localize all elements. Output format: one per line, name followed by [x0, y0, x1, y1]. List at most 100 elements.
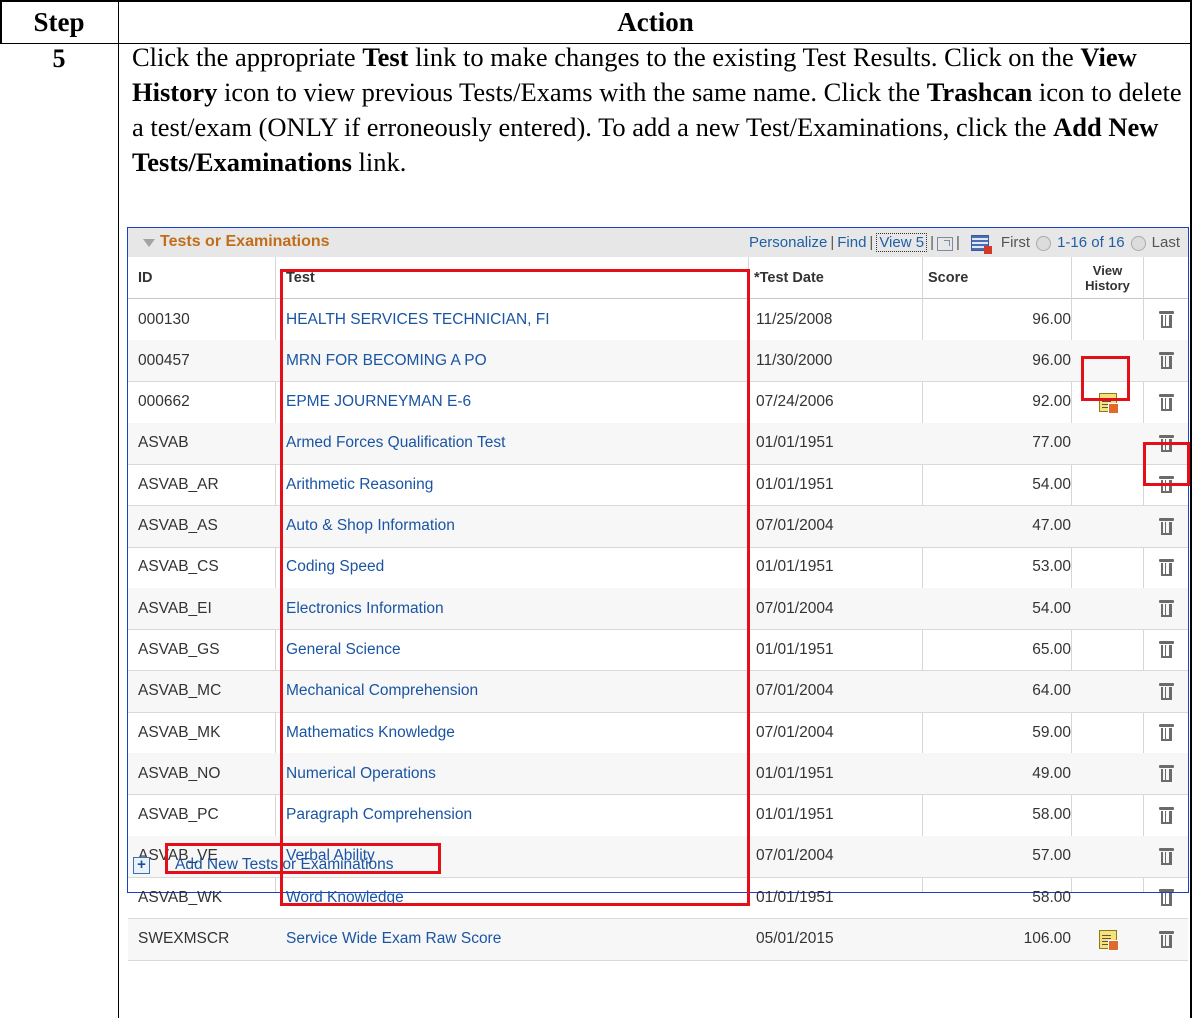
add-new-tests-link[interactable]: Add New Tests or Examinations — [175, 856, 394, 874]
view-history-cell — [1072, 506, 1143, 547]
row-id: ASVAB_GS — [138, 640, 220, 658]
row-id: ASVAB_EI — [138, 599, 212, 617]
row-test-link[interactable]: Word Knowledge — [286, 877, 404, 918]
table-row: ASVAB_AR Arithmetic Reasoning 01/01/1951 54… — [128, 464, 1188, 507]
previous-arrow-icon[interactable] — [1036, 236, 1052, 251]
delete-cell — [1144, 877, 1188, 918]
view-history-cell — [1072, 712, 1143, 753]
row-test-date: 07/01/2004 — [756, 682, 834, 700]
row-score: 47.00 — [1032, 517, 1071, 534]
zoom-grid-icon[interactable] — [937, 236, 953, 251]
trashcan-icon[interactable] — [1158, 352, 1174, 370]
delete-cell — [1144, 299, 1188, 340]
delete-cell — [1144, 588, 1188, 629]
row-test-link[interactable]: HEALTH SERVICES TECHNICIAN, FI — [286, 299, 550, 340]
row-test-date: 07/24/2006 — [756, 393, 834, 411]
view-history-cell — [1072, 919, 1143, 960]
trashcan-icon[interactable] — [1158, 765, 1174, 783]
trashcan-icon[interactable] — [1158, 847, 1174, 865]
table-row: SWEXMSCR Service Wide Exam Raw Score 05/01… — [128, 918, 1188, 961]
trashcan-icon[interactable] — [1158, 393, 1174, 411]
trashcan-icon[interactable] — [1158, 724, 1174, 741]
row-test-link[interactable]: Arithmetic Reasoning — [286, 464, 433, 505]
row-test-link[interactable]: Auto & Shop Information — [286, 506, 455, 547]
row-range: 1-16 of 16 — [1057, 234, 1125, 251]
table-row: ASVAB_CS Coding Speed 01/01/1951 53.00 — [128, 547, 1188, 589]
first-link[interactable]: First — [1001, 234, 1030, 251]
row-test-date: 11/30/2000 — [756, 351, 833, 369]
row-test-link[interactable]: MRN FOR BECOMING A PO — [286, 340, 487, 381]
delete-cell — [1144, 795, 1188, 836]
column-header-test[interactable]: Test — [286, 257, 315, 298]
last-link[interactable]: Last — [1152, 234, 1180, 251]
row-test-date: 07/01/2004 — [756, 847, 834, 865]
nav-separator: | — [930, 234, 934, 251]
row-test-link[interactable]: Electronics Information — [286, 588, 444, 629]
row-test-link[interactable]: Numerical Operations — [286, 753, 436, 794]
view-history-cell — [1072, 547, 1143, 588]
row-test-link[interactable]: Mathematics Knowledge — [286, 712, 455, 753]
row-score: 92.00 — [1032, 393, 1071, 411]
row-test-link[interactable]: Paragraph Comprehension — [286, 795, 472, 836]
delete-cell — [1144, 340, 1188, 381]
row-test-date: 01/01/1951 — [756, 764, 834, 782]
table-row: 000457 MRN FOR BECOMING A PO 11/30/2000 96.… — [128, 340, 1188, 383]
view-history-cell — [1072, 753, 1143, 794]
row-test-link[interactable]: EPME JOURNEYMAN E-6 — [286, 382, 471, 423]
trashcan-icon[interactable] — [1158, 517, 1174, 535]
trashcan-icon[interactable] — [1158, 930, 1174, 948]
delete-cell — [1144, 382, 1188, 423]
trashcan-icon[interactable] — [1158, 806, 1174, 824]
row-test-date: 05/01/2015 — [756, 930, 834, 947]
row-test-date: 01/01/1951 — [756, 640, 834, 658]
table-row: ASVAB_WK Word Knowledge 01/01/1951 58.00 — [128, 877, 1188, 920]
row-test-date: 01/01/1951 — [756, 806, 834, 824]
view-history-cell — [1072, 671, 1143, 712]
row-score: 96.00 — [1032, 351, 1071, 369]
find-link[interactable]: Find — [837, 234, 866, 251]
tests-grid: Tests or Examinations Personalize | Find… — [127, 227, 1189, 961]
table-row: ASVAB_MC Mechanical Comprehension 07/01/20… — [128, 670, 1188, 713]
delete-cell — [1144, 712, 1188, 753]
delete-cell — [1144, 753, 1188, 794]
delete-cell — [1144, 629, 1188, 670]
delete-cell — [1144, 547, 1188, 588]
row-id: ASVAB_NO — [138, 764, 221, 782]
trashcan-icon[interactable] — [1158, 600, 1174, 618]
view-all-link[interactable]: View 5 — [876, 233, 928, 252]
row-score: 77.00 — [1032, 434, 1071, 452]
download-excel-icon[interactable] — [970, 234, 992, 254]
trashcan-icon[interactable] — [1158, 311, 1174, 328]
table-row: ASVAB_MK Mathematics Knowledge 07/01/2004 5… — [128, 712, 1188, 754]
row-test-link[interactable]: Service Wide Exam Raw Score — [286, 919, 501, 960]
trashcan-icon[interactable] — [1158, 434, 1174, 452]
table-row: ASVAB_AS Auto & Shop Information 07/01/200… — [128, 505, 1188, 548]
trashcan-icon[interactable] — [1158, 682, 1174, 700]
trashcan-icon[interactable] — [1158, 889, 1174, 907]
row-test-link[interactable]: Coding Speed — [286, 547, 384, 588]
trashcan-icon[interactable] — [1158, 558, 1174, 576]
row-score: 58.00 — [1032, 888, 1071, 906]
nav-separator: | — [830, 234, 835, 251]
next-arrow-icon[interactable] — [1130, 236, 1146, 251]
delete-cell — [1144, 671, 1188, 712]
row-test-link[interactable]: Armed Forces Qualification Test — [286, 423, 505, 464]
collapse-triangle-icon[interactable] — [143, 239, 155, 247]
row-score: 54.00 — [1032, 475, 1071, 493]
view-history-line2: History — [1085, 277, 1130, 293]
row-id: ASVAB_CS — [138, 558, 219, 576]
column-header-id[interactable]: ID — [138, 257, 153, 298]
column-header-test-date[interactable]: *Test Date — [754, 257, 824, 298]
grid-column-headers: ID Test *Test Date Score View History — [128, 257, 1188, 299]
row-id: ASVAB_MC — [138, 682, 222, 700]
trashcan-icon[interactable] — [1158, 641, 1174, 659]
row-test-link[interactable]: General Science — [286, 629, 401, 670]
add-plus-icon[interactable]: + — [133, 857, 150, 874]
row-score: 65.00 — [1032, 640, 1071, 658]
column-header-score[interactable]: Score — [928, 257, 968, 298]
view-history-icon[interactable] — [1098, 392, 1119, 414]
personalize-link[interactable]: Personalize — [749, 234, 827, 251]
view-history-icon[interactable] — [1098, 929, 1119, 951]
row-test-link[interactable]: Mechanical Comprehension — [286, 671, 478, 712]
trashcan-icon[interactable] — [1158, 476, 1174, 494]
